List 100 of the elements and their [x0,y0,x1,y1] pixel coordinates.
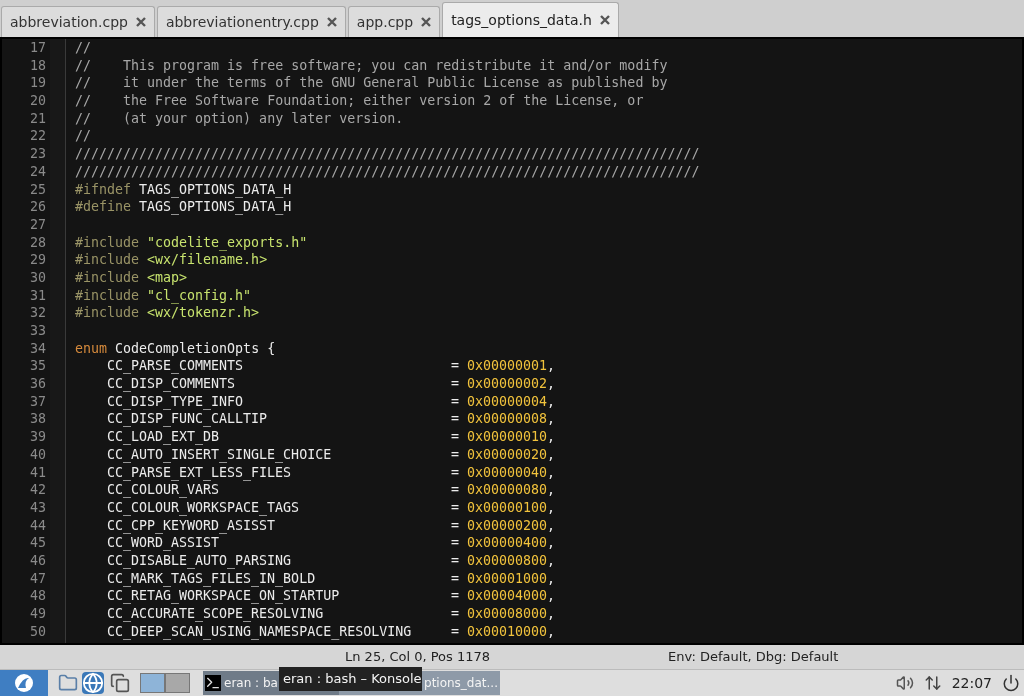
cursor-position: Ln 25, Col 0, Pos 1178 [345,648,491,667]
line-number: 17 [29,39,47,57]
code-text: = [451,481,459,499]
code-text: TAGS_OPTIONS_DATA_H [138,198,292,216]
line-number: 38 [29,410,47,429]
code-text: = [451,534,459,552]
code-text: 0x00008000 [467,605,548,623]
code-text: 0x00004000 [467,587,548,605]
code-text: 0x00000200 [467,516,548,535]
code-text: , [547,569,556,588]
code-text: , [547,375,556,393]
line-number: 44 [29,516,47,535]
code-text: , [547,428,556,446]
line-number: 43 [29,498,47,517]
environment-status: Env: Default, Dbg: Default [668,648,839,667]
code-text: 0x00000010 [467,428,548,446]
code-text: , [547,392,556,411]
line-number: 48 [29,587,47,605]
code-text: = [451,551,459,570]
code-text: // This program is free software; you can redistribute it and/or modify [75,56,668,75]
line-number: 19 [29,74,47,93]
code-text: 0x00000001 [467,357,548,376]
line-number: 46 [29,551,47,570]
code-text: // (at your option) any later version. [75,109,404,128]
code-text: , [547,445,556,464]
line-number: 34 [29,339,47,358]
code-text: = [451,357,459,376]
line-number: 29 [29,251,47,269]
code-text: CC_ACCURATE_SCOPE_RESOLVING [107,605,325,623]
tab-label: app.cpp [356,12,414,32]
code-text: CC_AUTO_INSERT_SINGLE_CHOICE [107,445,333,464]
line-number: 35 [29,357,47,376]
code-text: CC_DISP_TYPE_INFO [107,392,245,411]
code-text: , [547,410,556,429]
code-text: 0x00010000 [467,622,548,641]
code-text: 0x00000800 [467,551,548,570]
line-number: 24 [29,162,47,181]
code-text: CC_DEEP_SCAN_USING_NAMESPACE_RESOLVING [107,622,413,641]
code-text: #include [75,251,140,269]
code-text: , [547,551,556,570]
line-number: 22 [29,127,47,146]
code-text: "codelite_exports.h" [146,233,308,252]
code-text: CC_DISP_FUNC_CALLTIP [107,410,269,429]
code-text: // [75,127,91,146]
line-number: 23 [29,145,47,163]
code-text: <wx/tokenzr.h> [146,304,260,322]
line-number: 20 [29,92,47,110]
code-text: #include [75,268,140,287]
code-text: 0x00001000 [467,569,548,588]
code-text: "cl_config.h" [146,286,252,305]
tab-label: abbreviationentry.cpp [165,12,319,32]
code-text: 0x00000080 [467,481,548,499]
code-text: CC_MARK_TAGS_FILES_IN_BOLD [107,569,317,588]
code-text: CC_DISABLE_AUTO_PARSING [107,551,293,570]
code-text: = [451,392,459,411]
code-text: = [451,587,459,605]
line-number: 41 [29,463,47,482]
line-number: 25 [29,180,47,199]
line-number: 30 [29,268,47,287]
code-text: TAGS_OPTIONS_DATA_H [138,180,292,199]
code-text: CodeCompletionOpts { [114,339,276,358]
code-text: #ifndef [75,180,132,199]
line-number: 18 [29,56,47,75]
code-text: ////////////////////////////////////////////////////////////////////////////// [75,162,700,181]
code-text: CC_CPP_KEYWORD_ASISST [107,516,277,535]
line-number: 26 [29,198,47,216]
tooltip: eran : bash – Konsole [279,667,422,691]
code-text: enum [75,339,108,358]
code-text: , [547,463,556,482]
code-text: CC_PARSE_EXT_LESS_FILES [107,463,293,482]
code-text: 0x00000040 [467,463,548,482]
code-text: CC_COLOUR_WORKSPACE_TAGS [107,498,301,517]
code-text: , [547,498,556,517]
line-number: 42 [29,481,47,499]
code-text: 0x00000400 [467,534,548,552]
line-number: 47 [29,569,47,588]
code-text: = [451,428,459,446]
line-number: 28 [29,233,47,252]
code-text: 0x00000004 [467,392,548,411]
code-text: #include [75,286,140,305]
code-text: = [451,463,459,482]
code-text: , [547,622,556,641]
code-text: CC_PARSE_COMMENTS [107,357,245,376]
code-text: = [451,445,459,464]
code-text: ////////////////////////////////////////////////////////////////////////////// [75,145,700,163]
code-text: , [547,516,556,535]
line-number: 27 [29,215,47,234]
tab-label: tags_options_data.h [451,10,592,30]
code-text: = [451,410,459,429]
line-number: 21 [29,109,47,128]
code-text: #include [75,304,140,322]
code-text: CC_DISP_COMMENTS [107,375,237,393]
line-number: 37 [29,392,47,411]
code-text: <wx/filename.h> [146,251,268,269]
code-text: , [547,587,556,605]
code-text: , [547,605,556,623]
tab-label: abbreviation.cpp [10,12,128,32]
code-text: , [547,357,556,376]
code-text: = [451,375,459,393]
code-text: #define [75,198,132,216]
